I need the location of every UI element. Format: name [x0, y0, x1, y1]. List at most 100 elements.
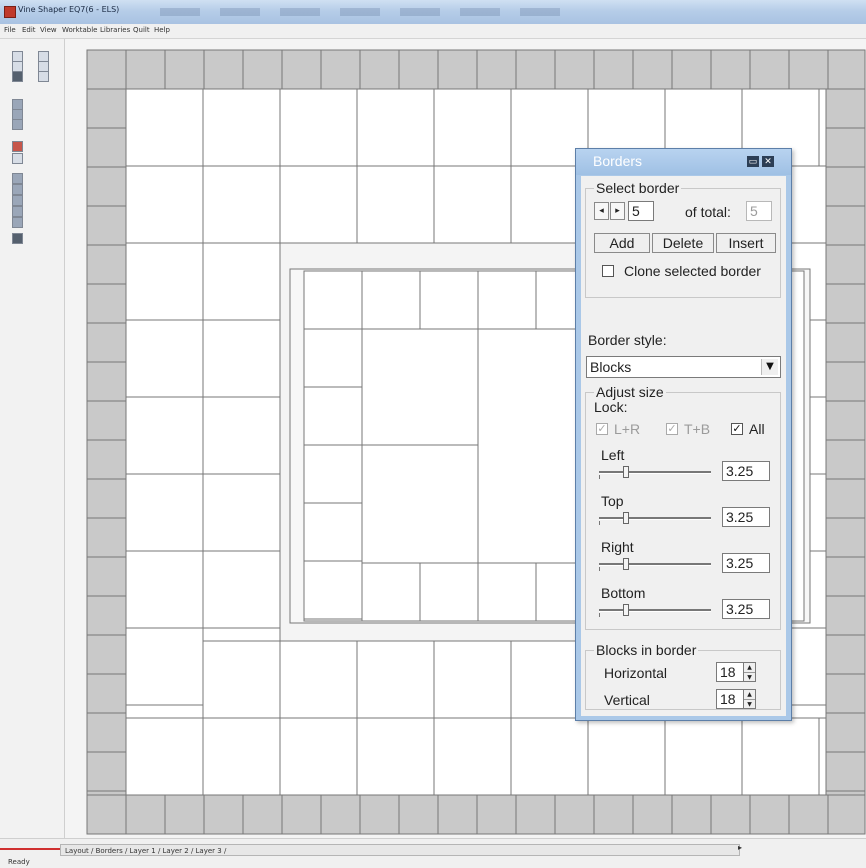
plain-block — [818, 88, 827, 167]
next-border-button[interactable]: ▸ — [610, 202, 625, 220]
close-icon[interactable]: ✕ — [762, 156, 774, 167]
layer-tabs[interactable]: Layout / Borders / Layer 1 / Layer 2 / L… — [60, 844, 740, 856]
plain-block — [202, 717, 281, 796]
menu-file[interactable]: File — [4, 26, 16, 34]
right-slider-thumb[interactable] — [623, 558, 629, 570]
plain-block — [125, 550, 204, 629]
fabric-icon[interactable] — [12, 119, 23, 130]
lock-tb-label: T+B — [684, 421, 711, 437]
sketchbook-icon[interactable] — [38, 71, 49, 82]
plain-block — [125, 242, 204, 321]
ruler-icon[interactable] — [12, 233, 23, 244]
top-slider-track — [599, 517, 711, 520]
bottom-size-field[interactable]: 3.25 — [722, 599, 770, 619]
add-border-button[interactable]: Add — [594, 233, 650, 253]
border-block — [203, 49, 244, 90]
border-block — [86, 712, 127, 753]
border-block — [125, 794, 166, 835]
border-block — [398, 49, 439, 90]
top-slider-thumb[interactable] — [623, 512, 629, 524]
border-block — [86, 283, 127, 324]
paintbrush-icon[interactable] — [12, 141, 23, 152]
lock-all-checkbox[interactable]: ✓ — [731, 423, 743, 435]
border-block — [632, 49, 673, 90]
border-block — [281, 49, 322, 90]
menu-libraries[interactable]: Libraries — [100, 26, 130, 34]
plain-block — [202, 640, 281, 719]
center-block — [303, 444, 363, 504]
dialog-body: Select border ◂ ▸ 5 of total: 5 Add Dele… — [581, 176, 786, 716]
clone-border-label: Clone selected border — [624, 263, 761, 279]
clone-border-checkbox[interactable] — [602, 265, 614, 277]
horizontal-spinner[interactable]: ▲ ▼ — [743, 662, 756, 682]
right-size-field[interactable]: 3.25 — [722, 553, 770, 573]
center-block — [361, 562, 421, 622]
menu-worktable[interactable]: Worktable — [62, 26, 97, 34]
center-block — [477, 270, 537, 330]
center-block — [419, 562, 479, 622]
dialog-titlebar[interactable]: Borders ▭ ✕ — [576, 149, 791, 175]
center-block — [303, 502, 363, 562]
plain-block — [202, 242, 281, 321]
menu-view[interactable]: View — [40, 26, 57, 34]
plain-block — [818, 717, 827, 796]
border-block — [203, 794, 244, 835]
plain-block — [587, 717, 666, 796]
border-block — [437, 49, 478, 90]
plain-block — [202, 627, 281, 642]
plain-block — [125, 717, 204, 796]
insert-border-button[interactable]: Insert — [716, 233, 776, 253]
border-block — [825, 205, 866, 246]
plain-block — [202, 396, 281, 475]
delete-border-button[interactable]: Delete — [652, 233, 714, 253]
eyedropper-icon[interactable] — [12, 153, 23, 164]
prev-border-button[interactable]: ◂ — [594, 202, 609, 220]
chevron-down-icon[interactable]: ▼ — [761, 359, 778, 375]
zoom-fit-icon[interactable] — [12, 195, 23, 206]
border-block — [788, 794, 829, 835]
left-slider-tick — [599, 475, 600, 479]
zoom-out-icon[interactable] — [12, 184, 23, 195]
plain-block — [125, 473, 204, 552]
current-border-field[interactable]: 5 — [628, 201, 654, 221]
plain-block — [279, 165, 358, 244]
left-size-field[interactable]: 3.25 — [722, 461, 770, 481]
border-block — [476, 794, 517, 835]
border-block — [476, 49, 517, 90]
zoom-in-icon[interactable] — [12, 173, 23, 184]
save-icon[interactable] — [12, 71, 23, 82]
scroll-right-arrow-icon[interactable]: ▸ — [738, 843, 742, 852]
bottom-slider-thumb[interactable] — [623, 604, 629, 616]
plain-block — [125, 319, 204, 398]
border-block — [437, 794, 478, 835]
of-total-label: of total: — [685, 204, 731, 220]
left-slider-track — [599, 471, 711, 474]
border-block — [554, 49, 595, 90]
minimize-icon[interactable]: ▭ — [747, 156, 759, 167]
border-block — [749, 49, 790, 90]
border-block — [825, 88, 866, 129]
window-titlebar: Vine Shaper EQ7(6 - ELS) — [0, 0, 866, 25]
top-size-field[interactable]: 3.25 — [722, 507, 770, 527]
refresh-icon[interactable] — [12, 217, 23, 228]
tool-palette — [0, 39, 65, 838]
plain-block — [433, 717, 512, 796]
vertical-blocks-field[interactable]: 18 — [716, 689, 744, 709]
border-style-select[interactable]: Blocks ▼ — [586, 356, 781, 378]
center-block — [303, 386, 363, 446]
zoom-actual-icon[interactable] — [12, 206, 23, 217]
border-block — [398, 794, 439, 835]
menu-help[interactable]: Help — [154, 26, 170, 34]
plain-block — [433, 640, 512, 719]
menu-quilt[interactable]: Quilt — [133, 26, 150, 34]
left-slider-thumb[interactable] — [623, 466, 629, 478]
border-block — [86, 205, 127, 246]
border-block — [788, 49, 829, 90]
border-block — [749, 794, 790, 835]
vertical-spinner[interactable]: ▲ ▼ — [743, 689, 756, 709]
plain-block — [433, 88, 512, 167]
border-block — [164, 794, 205, 835]
lock-lr-label: L+R — [614, 421, 641, 437]
menu-edit[interactable]: Edit — [22, 26, 36, 34]
horizontal-blocks-field[interactable]: 18 — [716, 662, 744, 682]
